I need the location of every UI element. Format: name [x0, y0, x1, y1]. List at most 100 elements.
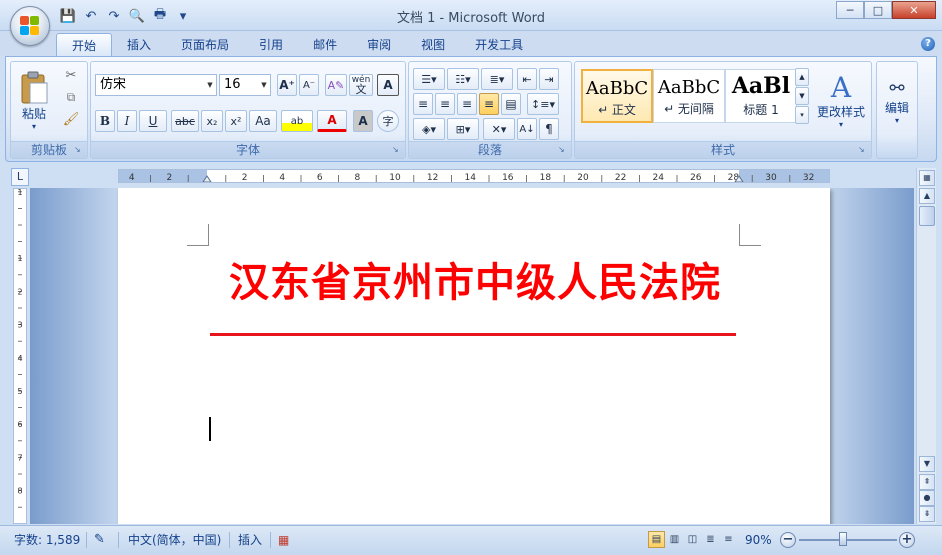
sort-icon[interactable]: A↓	[517, 118, 537, 140]
close-button[interactable]: ✕	[892, 1, 936, 19]
highlight-button[interactable]: ab	[281, 110, 313, 132]
clipboard-launcher-icon[interactable]: ↘	[74, 145, 84, 155]
word-count[interactable]: 字数: 1,589	[14, 531, 80, 549]
asian-layout-icon[interactable]: ✕▾	[483, 118, 515, 140]
copy-icon[interactable]: ⧉	[61, 88, 81, 106]
show-marks-icon[interactable]: ¶	[539, 118, 559, 140]
horizontal-ruler[interactable]: 4 2 2 4 6 8 10 12 14 16 18 20 22 24 26 28 30 32	[118, 169, 830, 183]
clear-format-icon[interactable]: A✎	[325, 74, 347, 96]
zoom-in-icon[interactable]: +	[899, 532, 915, 548]
underline-button[interactable]: U	[139, 110, 167, 132]
view-ruler-icon[interactable]: ▦	[919, 170, 935, 186]
style-name: ↵ 正文	[598, 103, 636, 117]
decrease-indent-icon[interactable]: ⇤	[517, 68, 537, 90]
tab-3[interactable]: 引用	[244, 33, 298, 56]
maximize-button[interactable]: □	[864, 1, 892, 19]
previous-page-icon[interactable]: ⇞	[919, 474, 935, 490]
proofing-icon[interactable]: ✎	[94, 531, 105, 549]
window-controls: ─ □ ✕	[836, 1, 936, 19]
insert-mode[interactable]: 插入	[238, 531, 262, 549]
tab-5[interactable]: 审阅	[352, 33, 406, 56]
italic-button[interactable]: I	[117, 110, 137, 132]
font-size-combo[interactable]: 16 ▼	[219, 74, 271, 96]
shading-icon[interactable]: ◈▾	[413, 118, 445, 140]
tab-selector[interactable]: L	[11, 168, 29, 186]
grow-font-button[interactable]: A⁺	[277, 74, 297, 96]
help-icon[interactable]: ?	[921, 37, 935, 51]
character-shading-button[interactable]: A	[353, 110, 373, 132]
align-center-icon[interactable]: ≡	[435, 93, 455, 115]
outline-view-icon[interactable]: ≣	[702, 531, 719, 548]
minimize-button[interactable]: ─	[836, 1, 864, 19]
align-right-icon[interactable]: ≡	[457, 93, 477, 115]
increase-indent-icon[interactable]: ⇥	[539, 68, 559, 90]
web-layout-icon[interactable]: ◫	[684, 531, 701, 548]
draft-view-icon[interactable]: ≡	[720, 531, 737, 548]
strikethrough-button[interactable]: abc	[171, 110, 199, 132]
browse-object-icon[interactable]: ●	[919, 490, 935, 506]
tab-6[interactable]: 视图	[406, 33, 460, 56]
phonetic-guide-button[interactable]: wén 文	[349, 74, 373, 96]
macro-record-icon[interactable]: ▦	[278, 531, 289, 549]
office-button[interactable]	[10, 6, 50, 46]
tab-4[interactable]: 邮件	[298, 33, 352, 56]
full-screen-reading-icon[interactable]: ▥	[666, 531, 683, 548]
status-bar: 字数: 1,589 ✎ 中文(简体，中国) 插入 ▦ ▤ ▥ ◫ ≣ ≡ 90%…	[0, 525, 942, 555]
editing-button[interactable]: ⚯ 编辑 ▾	[879, 64, 915, 138]
gallery-down-icon[interactable]: ▼	[795, 87, 809, 105]
vertical-scrollbar[interactable]: ▦ ▲ ▼ ⇞ ● ⇟	[916, 168, 936, 524]
next-page-icon[interactable]: ⇟	[919, 506, 935, 522]
styles-launcher-icon[interactable]: ↘	[858, 145, 868, 155]
print-layout-icon[interactable]: ▤	[648, 531, 665, 548]
align-left-icon[interactable]: ≡	[413, 93, 433, 115]
style-tile[interactable]: AaBbC ↵ 正文	[581, 69, 653, 123]
change-styles-button[interactable]: A 更改样式 ▾	[813, 64, 869, 138]
format-painter-icon[interactable]: 🖌	[61, 110, 81, 128]
document-page[interactable]: 汉东省京州市中级人民法院	[118, 188, 830, 524]
style-tile[interactable]: AaBbC ↵ 无间隔	[653, 69, 725, 123]
borders-icon[interactable]: ⊞▾	[447, 118, 479, 140]
paste-button[interactable]: 粘贴 ▾	[15, 64, 53, 138]
tab-0[interactable]: 开始	[56, 33, 113, 56]
zoom-out-icon[interactable]: −	[780, 532, 796, 548]
indent-marker-first[interactable]	[202, 175, 212, 182]
tab-1[interactable]: 插入	[112, 33, 166, 56]
style-tile[interactable]: AaBl 标题 1	[725, 69, 797, 123]
vertical-ruler[interactable]: 1 1 2 3 4 5 6 7 8	[13, 188, 27, 524]
ruler-label: 32	[803, 173, 814, 182]
font-name-combo[interactable]: 仿宋 ▼	[95, 74, 217, 96]
numbering-icon[interactable]: ☷▾	[447, 68, 479, 90]
font-name-value: 仿宋	[100, 77, 127, 92]
bullets-icon[interactable]: ☰▾	[413, 68, 445, 90]
zoom-slider[interactable]	[799, 539, 897, 541]
ruler-ticks: 4 2 2 4 6 8 10 12 14 16 18 20 22 24 26 28 30 32	[129, 173, 814, 182]
scroll-thumb[interactable]	[919, 206, 935, 226]
bold-button[interactable]: B	[95, 110, 115, 132]
justify-icon[interactable]: ≡	[479, 93, 499, 115]
font-launcher-icon[interactable]: ↘	[392, 145, 402, 155]
subscript-button[interactable]: x₂	[201, 110, 223, 132]
distributed-icon[interactable]: ▤	[501, 93, 521, 115]
language-indicator[interactable]: 中文(简体，中国)	[128, 531, 221, 549]
shrink-font-button[interactable]: A⁻	[299, 74, 319, 96]
line-spacing-icon[interactable]: ↕≡▾	[527, 93, 559, 115]
enclose-characters-button[interactable]: 字	[377, 110, 399, 132]
superscript-button[interactable]: x²	[225, 110, 247, 132]
gallery-more-icon[interactable]: ▾	[795, 106, 809, 124]
character-border-button[interactable]: A	[377, 74, 399, 96]
scroll-up-icon[interactable]: ▲	[919, 188, 935, 204]
document-heading[interactable]: 汉东省京州市中级人民法院	[210, 250, 740, 308]
gallery-up-icon[interactable]: ▲	[795, 68, 809, 86]
change-case-button[interactable]: Aa	[249, 110, 277, 132]
zoom-slider-thumb[interactable]	[838, 532, 847, 546]
tab-2[interactable]: 页面布局	[166, 33, 244, 56]
zoom-level[interactable]: 90%	[745, 531, 772, 549]
scroll-down-icon[interactable]: ▼	[919, 456, 935, 472]
font-size-dropdown-icon[interactable]: ▼	[258, 75, 270, 95]
cut-icon[interactable]: ✂	[61, 66, 81, 84]
paragraph-launcher-icon[interactable]: ↘	[558, 145, 568, 155]
font-color-button[interactable]: A	[317, 110, 347, 132]
tab-7[interactable]: 开发工具	[460, 33, 538, 56]
multilevel-list-icon[interactable]: ≣▾	[481, 68, 513, 90]
font-name-dropdown-icon[interactable]: ▼	[204, 75, 216, 95]
